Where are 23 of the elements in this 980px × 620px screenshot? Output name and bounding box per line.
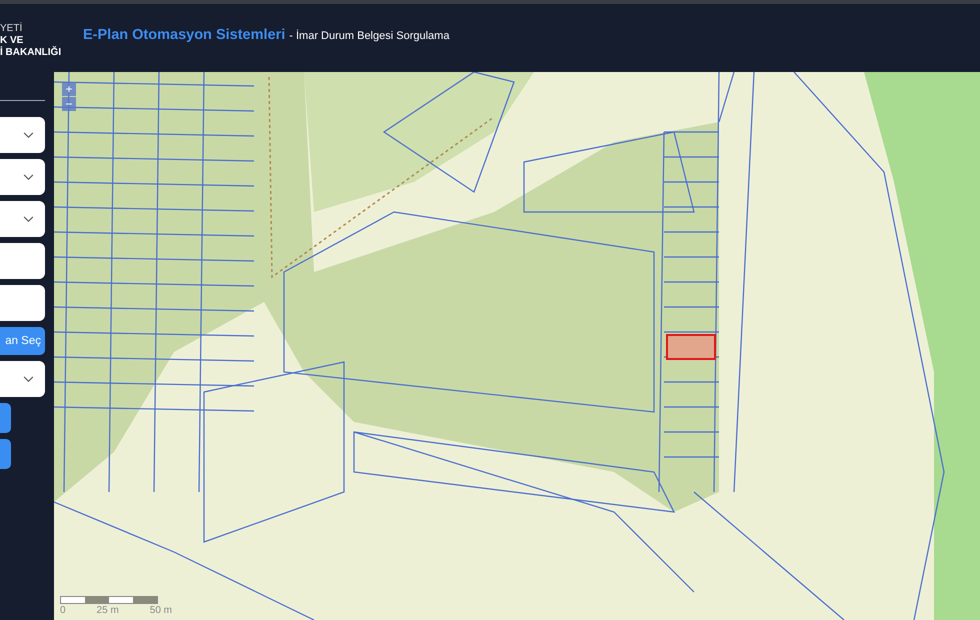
input-field[interactable] [0, 243, 45, 279]
chevron-down-icon [23, 216, 34, 222]
page-subtitle: - İmar Durum Belgesi Sorgulama [289, 30, 450, 42]
logo-text: YETİ [0, 22, 24, 34]
logo-text: İ BAKANLIĞI [0, 46, 62, 58]
zoom-in-button[interactable]: + [62, 82, 76, 96]
input-field[interactable] [0, 285, 45, 321]
app-title: E-Plan Otomasyon Sistemleri [83, 27, 286, 43]
scale-label: 25 m [96, 605, 119, 616]
scale-label: 50 m [150, 605, 172, 616]
chevron-down-icon [23, 376, 34, 382]
dropdown-field[interactable] [0, 201, 45, 237]
dropdown-field[interactable] [0, 361, 45, 397]
action-button[interactable] [0, 403, 11, 433]
zoom-out-button[interactable]: − [62, 97, 76, 111]
chevron-down-icon [23, 132, 34, 138]
logo-text: K VE [0, 34, 24, 46]
scale-label: 0 [60, 605, 66, 616]
action-button[interactable] [0, 439, 11, 469]
chevron-down-icon [23, 174, 34, 180]
action-button[interactable]: an Seç [0, 327, 45, 355]
dropdown-field[interactable] [0, 117, 45, 153]
dropdown-field[interactable] [0, 159, 45, 195]
